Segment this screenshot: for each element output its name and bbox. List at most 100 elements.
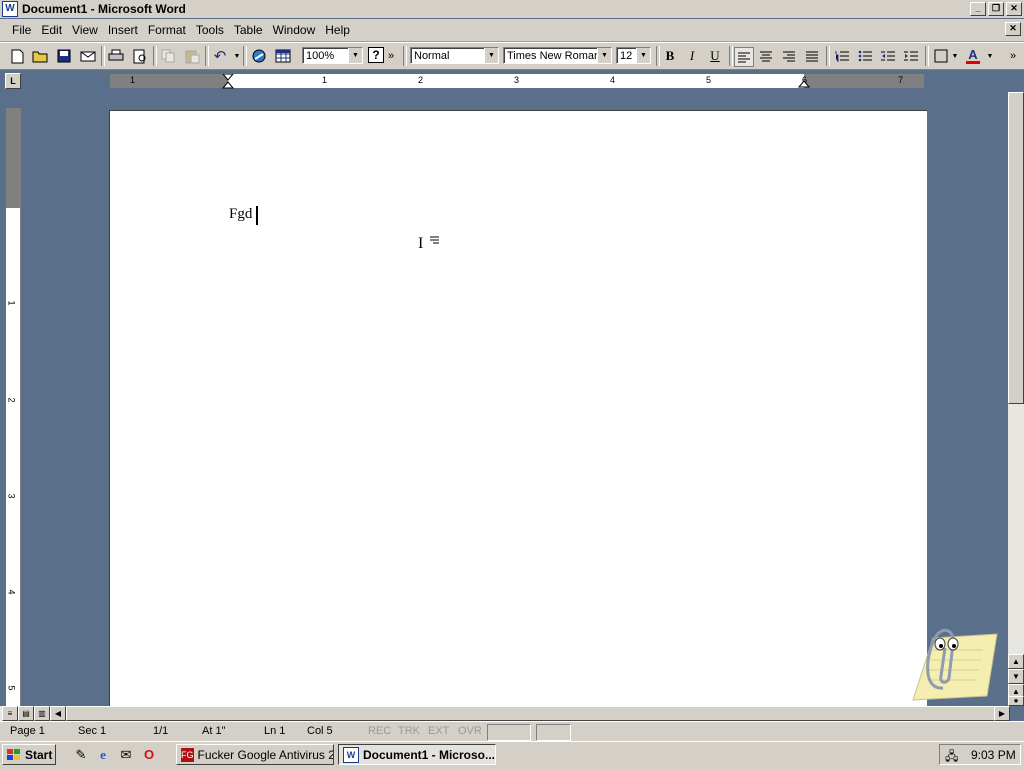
vertical-ruler[interactable]: 1 2 3 4 5 <box>6 108 21 708</box>
menu-view[interactable]: View <box>67 23 103 37</box>
style-value: Normal <box>414 50 450 62</box>
toolbar: ↶ ▼ 100% ▼ ? » Normal ▼ Times New Roman … <box>0 42 1024 70</box>
font-combo[interactable]: Times New Roman ▼ <box>503 47 612 64</box>
status-trk[interactable]: TRK <box>398 725 420 737</box>
align-right-icon[interactable] <box>780 47 798 65</box>
chevron-down-icon[interactable]: ▼ <box>597 48 611 63</box>
status-spelling-panel <box>536 724 571 741</box>
browse-object-icon[interactable]: ● <box>1008 696 1024 706</box>
ruler-number: 5 <box>6 685 17 691</box>
document-text[interactable]: Fgd <box>229 206 252 223</box>
menu-insert[interactable]: Insert <box>103 23 143 37</box>
menu-table[interactable]: Table <box>229 23 268 37</box>
tab-selector[interactable]: L <box>5 73 21 89</box>
ruler-number: 4 <box>610 75 616 85</box>
vertical-scroll-thumb[interactable] <box>1008 92 1024 404</box>
font-size-combo[interactable]: 12 ▼ <box>616 47 651 64</box>
indent-marker-icon[interactable] <box>222 74 234 90</box>
insert-table-icon[interactable] <box>274 47 292 65</box>
clock[interactable]: 9:03 PM <box>971 748 1016 762</box>
web-view-icon[interactable]: ▤ <box>18 706 34 721</box>
chevron-down-icon[interactable]: ▼ <box>348 48 362 63</box>
ruler-number: 5 <box>706 75 712 85</box>
scroll-left-icon[interactable]: ◀ <box>50 706 66 721</box>
borders-icon[interactable] <box>932 47 950 65</box>
bullets-icon[interactable] <box>856 47 874 65</box>
numbering-icon[interactable] <box>833 47 851 65</box>
internet-explorer-icon[interactable]: e <box>94 746 112 764</box>
print-preview-icon[interactable] <box>131 47 149 65</box>
insert-hyperlink-icon[interactable] <box>251 47 269 65</box>
increase-indent-icon[interactable] <box>902 47 920 65</box>
toolbar-more-icon[interactable]: » <box>386 47 396 65</box>
taskbar-item-word[interactable]: W Document1 - Microso... <box>338 744 496 765</box>
chevron-down-icon[interactable]: ▼ <box>636 48 650 63</box>
align-left-icon[interactable] <box>734 47 754 67</box>
scroll-up-icon[interactable]: ▲ <box>1008 654 1024 669</box>
title-bar: W Document1 - Microsoft Word _ ❐ ✕ <box>0 0 1024 18</box>
borders-dropdown-icon[interactable]: ▼ <box>950 47 960 65</box>
normal-view-icon[interactable]: ≡ <box>2 706 18 721</box>
menu-help[interactable]: Help <box>320 23 355 37</box>
undo-icon[interactable]: ↶ <box>211 47 229 65</box>
close-button[interactable]: ✕ <box>1006 2 1022 16</box>
align-center-icon[interactable] <box>757 47 775 65</box>
document-page[interactable] <box>109 110 927 709</box>
document-close-button[interactable]: ✕ <box>1005 22 1021 36</box>
status-line: Ln 1 <box>264 725 286 737</box>
ruler-margin-area <box>6 108 20 208</box>
show-desktop-icon[interactable]: ✎ <box>72 746 90 764</box>
print-layout-icon[interactable]: ▥ <box>34 706 50 721</box>
font-color-button[interactable]: A <box>964 47 982 65</box>
zoom-combo[interactable]: 100% ▼ <box>302 47 363 64</box>
ruler-number: 1 <box>6 300 17 306</box>
menu-window[interactable]: Window <box>268 23 321 37</box>
font-value: Times New Roman <box>507 50 601 62</box>
taskbar-item-antivirus[interactable]: FG Fucker Google Antivirus 2... <box>176 744 334 765</box>
opera-icon[interactable]: O <box>140 746 158 764</box>
start-button[interactable]: Start <box>2 744 56 765</box>
open-folder-icon[interactable] <box>31 47 49 65</box>
print-icon[interactable] <box>107 47 125 65</box>
scroll-right-icon[interactable]: ▶ <box>994 706 1010 721</box>
status-section: Sec 1 <box>78 725 107 737</box>
office-assistant-clippy-icon[interactable] <box>903 618 999 704</box>
status-ext[interactable]: EXT <box>428 725 449 737</box>
toolbar-more-icon[interactable]: » <box>1007 47 1019 65</box>
save-icon[interactable] <box>55 47 73 65</box>
underline-button[interactable]: U <box>706 47 724 65</box>
menu-tools[interactable]: Tools <box>191 23 229 37</box>
menu-file[interactable]: File <box>7 23 36 37</box>
menu-edit[interactable]: Edit <box>36 23 67 37</box>
status-rec[interactable]: REC <box>368 725 391 737</box>
start-label: Start <box>25 747 53 762</box>
font-color-dropdown-icon[interactable]: ▼ <box>985 47 995 65</box>
copy-icon[interactable] <box>159 47 177 65</box>
help-icon[interactable]: ? <box>368 47 384 63</box>
justify-icon[interactable] <box>803 47 821 65</box>
status-ovr[interactable]: OVR <box>458 725 482 737</box>
scroll-down-icon[interactable]: ▼ <box>1008 669 1024 684</box>
horizontal-scroll-thumb[interactable] <box>66 706 996 721</box>
menu-format[interactable]: Format <box>143 23 191 37</box>
chevron-down-icon[interactable]: ▼ <box>484 48 498 63</box>
window-title: Document1 - Microsoft Word <box>22 2 186 16</box>
font-size-value: 12 <box>620 50 633 62</box>
email-icon[interactable] <box>79 47 97 65</box>
minimize-button[interactable]: _ <box>970 2 986 16</box>
bold-button[interactable]: B <box>661 47 679 65</box>
style-combo[interactable]: Normal ▼ <box>410 47 499 64</box>
outlook-express-icon[interactable]: ✉ <box>117 746 135 764</box>
word-app-icon[interactable]: W <box>2 1 18 17</box>
right-indent-marker-icon[interactable] <box>798 78 810 88</box>
horizontal-ruler[interactable]: 1 1 2 3 4 5 6 7 <box>110 74 924 90</box>
new-document-icon[interactable] <box>8 47 26 65</box>
paste-icon[interactable] <box>183 47 201 65</box>
text-caret <box>256 206 258 225</box>
status-bar: Page 1 Sec 1 1/1 At 1" Ln 1 Col 5 REC TR… <box>0 721 1024 742</box>
network-tray-icon[interactable]: 🖧 <box>945 747 958 768</box>
restore-button[interactable]: ❐ <box>988 2 1004 16</box>
decrease-indent-icon[interactable] <box>879 47 897 65</box>
font-color-swatch <box>966 60 980 64</box>
italic-button[interactable]: I <box>683 47 701 65</box>
